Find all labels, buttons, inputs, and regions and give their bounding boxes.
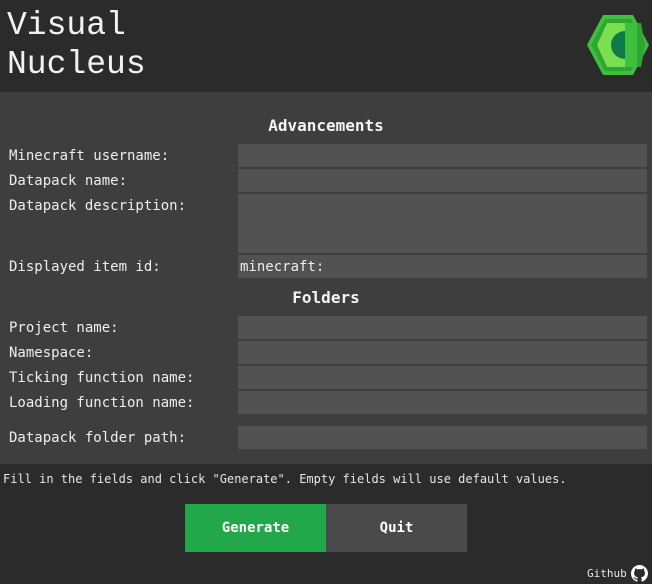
namespace-label: Namespace:: [9, 345, 94, 361]
github-label: Github: [587, 566, 627, 580]
github-icon: [630, 564, 648, 582]
loading-function-label: Loading function name:: [9, 395, 195, 411]
app-title-line-2: Nucleus: [7, 46, 146, 83]
app-title: Visual Nucleus: [7, 6, 146, 84]
project-name-input[interactable]: [238, 316, 647, 339]
username-input[interactable]: [238, 144, 647, 167]
datapack-name-input[interactable]: [238, 169, 647, 192]
loading-function-input[interactable]: [238, 391, 647, 414]
folder-path-label: Datapack folder path:: [9, 430, 187, 446]
datapack-description-label: Datapack description:: [9, 198, 187, 214]
item-id-label: Displayed item id:: [9, 259, 161, 275]
datapack-description-input[interactable]: [238, 194, 647, 253]
form-panel: Advancements Minecraft username: Datapac…: [0, 92, 652, 464]
nucleus-logo-icon: [587, 15, 649, 75]
folder-path-input[interactable]: [238, 426, 647, 449]
username-label: Minecraft username:: [9, 148, 170, 164]
instructions-text: Fill in the fields and click "Generate".…: [3, 472, 567, 486]
item-id-input[interactable]: [238, 255, 647, 278]
advancements-heading: Advancements: [268, 116, 384, 135]
datapack-name-label: Datapack name:: [9, 173, 128, 189]
project-name-label: Project name:: [9, 320, 119, 336]
namespace-input[interactable]: [238, 341, 647, 364]
folders-heading: Folders: [292, 288, 360, 307]
github-link[interactable]: Github: [587, 564, 648, 582]
ticking-function-input[interactable]: [238, 366, 647, 389]
quit-button[interactable]: Quit: [326, 504, 467, 552]
app-title-line-1: Visual: [7, 7, 126, 44]
ticking-function-label: Ticking function name:: [9, 370, 195, 386]
generate-button[interactable]: Generate: [185, 504, 326, 552]
app-header: Visual Nucleus: [0, 0, 652, 92]
